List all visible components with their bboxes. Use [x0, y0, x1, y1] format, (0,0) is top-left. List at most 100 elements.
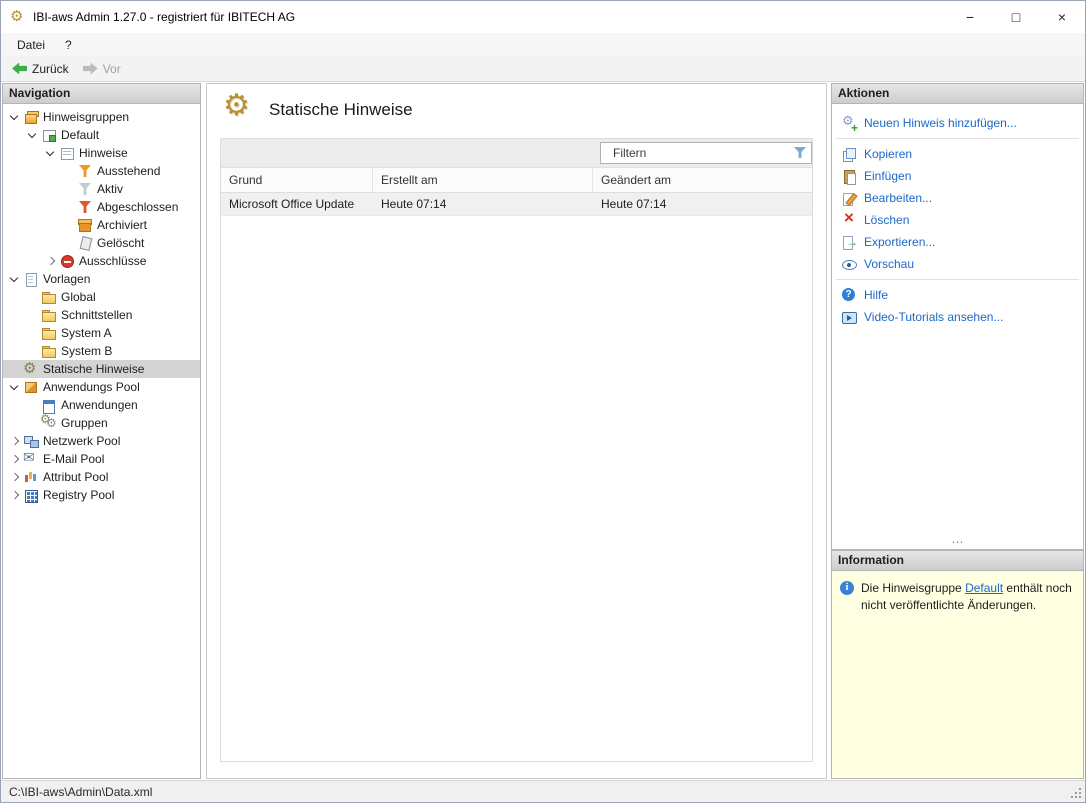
default-icon — [41, 127, 57, 143]
chevron-open-icon[interactable] — [7, 109, 23, 125]
chevron-spacer — [7, 361, 23, 377]
chevron-closed-icon[interactable] — [7, 451, 23, 467]
action-einf-gen[interactable]: Einfügen — [832, 165, 1083, 187]
chevron-open-icon[interactable] — [7, 271, 23, 287]
tree-item-label: Abgeschlossen — [95, 200, 182, 214]
tree-item-gruppen[interactable]: Gruppen — [3, 414, 200, 432]
filter-box — [600, 142, 812, 164]
tree-item-registry-pool[interactable]: Registry Pool — [3, 486, 200, 504]
action-hilfe[interactable]: Hilfe — [832, 284, 1083, 306]
chevron-closed-icon[interactable] — [7, 433, 23, 449]
tree-item-label: Anwendungen — [59, 398, 142, 412]
action-neuen-hinweis-hinzuf-gen[interactable]: Neuen Hinweis hinzufügen... — [832, 112, 1083, 134]
filter-input[interactable] — [600, 142, 812, 164]
table-empty-area — [221, 216, 812, 761]
hinweise-icon — [59, 145, 75, 161]
tree-item-system-b[interactable]: System B — [3, 342, 200, 360]
tree-item-e-mail-pool[interactable]: E-Mail Pool — [3, 450, 200, 468]
table-cell: Heute 07:14 — [593, 193, 812, 215]
tree-item-label: Registry Pool — [41, 488, 118, 502]
panel-splitter-grip[interactable] — [832, 540, 1083, 549]
export-icon — [842, 235, 857, 250]
tree-item-gel-scht[interactable]: Gelöscht — [3, 234, 200, 252]
tree-item-label: Default — [59, 128, 103, 142]
action-exportieren[interactable]: Exportieren... — [832, 231, 1083, 253]
close-button[interactable]: × — [1039, 1, 1085, 33]
funnel-gray-icon — [77, 181, 93, 197]
folder-icon — [41, 325, 57, 341]
action-label: Vorschau — [864, 257, 914, 271]
maximize-button[interactable]: □ — [993, 1, 1039, 33]
tree-item-vorlagen[interactable]: Vorlagen — [3, 270, 200, 288]
action-label: Exportieren... — [864, 235, 935, 249]
tree-item-label: Anwendungs Pool — [41, 380, 144, 394]
resize-grip-icon[interactable] — [1070, 787, 1082, 799]
action-video-tutorials-ansehen[interactable]: Video-Tutorials ansehen... — [832, 306, 1083, 328]
apps-icon — [41, 397, 57, 413]
forward-button[interactable]: Vor — [78, 59, 130, 79]
paste-icon — [842, 169, 857, 184]
action-label: Kopieren — [864, 147, 912, 161]
tree-item-schnittstellen[interactable]: Schnittstellen — [3, 306, 200, 324]
table-row[interactable]: Microsoft Office UpdateHeute 07:14Heute … — [221, 193, 812, 216]
navigation-header: Navigation — [2, 83, 201, 104]
menu-help[interactable]: ? — [55, 35, 82, 55]
nav-tree: HinweisgruppenDefaultHinweiseAusstehendA… — [2, 104, 201, 779]
tree-item-ausstehend[interactable]: Ausstehend — [3, 162, 200, 180]
copy-icon — [842, 147, 857, 162]
tree-item-default[interactable]: Default — [3, 126, 200, 144]
back-button[interactable]: Zurück — [7, 59, 78, 79]
deleted-icon — [77, 235, 93, 251]
tree-item-label: System B — [59, 344, 116, 358]
chevron-closed-icon[interactable] — [7, 469, 23, 485]
minimize-button[interactable]: − — [947, 1, 993, 33]
tree-item-anwendungen[interactable]: Anwendungen — [3, 396, 200, 414]
column-header-erstellt-am[interactable]: Erstellt am — [373, 168, 593, 192]
tree-item-netzwerk-pool[interactable]: Netzwerk Pool — [3, 432, 200, 450]
actions-separator — [836, 138, 1079, 139]
tree-item-label: Hinweisgruppen — [41, 110, 133, 124]
window-controls: − □ × — [947, 1, 1085, 33]
tree-item-anwendungs-pool[interactable]: Anwendungs Pool — [3, 378, 200, 396]
registry-icon — [23, 487, 39, 503]
chevron-closed-icon[interactable] — [43, 253, 59, 269]
tree-item-archiviert[interactable]: Archiviert — [3, 216, 200, 234]
add-icon — [842, 116, 857, 131]
title-bar: IBI-aws Admin 1.27.0 - registriert für I… — [1, 1, 1085, 34]
forward-button-label: Vor — [103, 62, 121, 76]
chevron-spacer — [25, 397, 41, 413]
tree-item-statische-hinweise[interactable]: Statische Hinweise — [3, 360, 200, 378]
column-header-ge-ndert-am[interactable]: Geändert am — [593, 168, 812, 192]
archive-icon — [77, 217, 93, 233]
tree-item-attribut-pool[interactable]: Attribut Pool — [3, 468, 200, 486]
action-kopieren[interactable]: Kopieren — [832, 143, 1083, 165]
tree-item-hinweisgruppen[interactable]: Hinweisgruppen — [3, 108, 200, 126]
chevron-open-icon[interactable] — [25, 127, 41, 143]
tree-item-system-a[interactable]: System A — [3, 324, 200, 342]
tree-item-label: Vorlagen — [41, 272, 94, 286]
toolbar: Zurück Vor — [1, 56, 1085, 82]
chevron-spacer — [25, 307, 41, 323]
default-group-link[interactable]: Default — [965, 581, 1003, 595]
table-cell: Heute 07:14 — [373, 193, 593, 215]
tree-item-ausschl-sse[interactable]: Ausschlüsse — [3, 252, 200, 270]
chevron-closed-icon[interactable] — [7, 487, 23, 503]
column-header-grund[interactable]: Grund — [221, 168, 373, 192]
tree-item-hinweise[interactable]: Hinweise — [3, 144, 200, 162]
action-bearbeiten[interactable]: Bearbeiten... — [832, 187, 1083, 209]
tree-item-global[interactable]: Global — [3, 288, 200, 306]
chevron-open-icon[interactable] — [43, 145, 59, 161]
right-column: Aktionen Neuen Hinweis hinzufügen...Kopi… — [831, 83, 1084, 779]
tree-item-label: Statische Hinweise — [41, 362, 148, 376]
action-l-schen[interactable]: Löschen — [832, 209, 1083, 231]
group-icon — [23, 109, 39, 125]
tree-item-abgeschlossen[interactable]: Abgeschlossen — [3, 198, 200, 216]
tree-item-aktiv[interactable]: Aktiv — [3, 180, 200, 198]
information-box: Die Hinweisgruppe Default enthält noch n… — [831, 571, 1084, 779]
table-body: Microsoft Office UpdateHeute 07:14Heute … — [221, 193, 812, 216]
action-vorschau[interactable]: Vorschau — [832, 253, 1083, 275]
email-icon — [23, 451, 39, 467]
chevron-open-icon[interactable] — [7, 379, 23, 395]
menu-datei[interactable]: Datei — [7, 35, 55, 55]
chevron-spacer — [25, 415, 41, 431]
